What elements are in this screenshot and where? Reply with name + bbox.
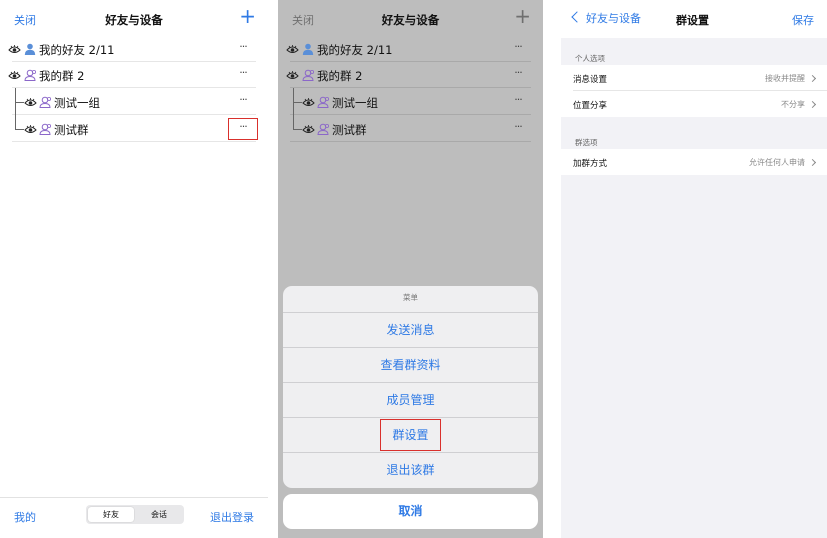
group-menu-screen: 关闭 好友与设备 + 我的好友 2/11 ··· 我的群 2 ··· 测试一组 … — [278, 0, 543, 538]
group-icon — [39, 96, 51, 108]
more-icon[interactable]: ··· — [507, 93, 529, 111]
group-icon — [302, 69, 314, 81]
view-group-info-option[interactable]: 查看群资料 — [283, 347, 538, 383]
leave-group-option[interactable]: 退出该群 — [283, 452, 538, 488]
divider — [12, 141, 256, 142]
tree-row-my-groups[interactable]: 我的群 2 ··· — [0, 62, 268, 88]
my-button[interactable]: 我的 — [14, 509, 36, 525]
group-icon — [317, 123, 329, 135]
tree-label: 我的群 2 — [39, 69, 85, 83]
group-icon — [24, 69, 36, 81]
row-value: 不分享 — [781, 100, 805, 109]
tree-row-test-group-1[interactable]: 测试一组 ··· — [278, 89, 543, 115]
highlight-box — [380, 419, 441, 451]
location-sharing-row[interactable]: 位置分享 不分享 — [561, 91, 827, 117]
more-icon[interactable]: ··· — [232, 93, 254, 111]
tree-label: 测试一组 — [332, 96, 378, 110]
more-icon[interactable]: ··· — [232, 66, 254, 84]
tree-row-my-friends[interactable]: 我的好友 2/11 ··· — [0, 36, 268, 62]
divider — [290, 141, 531, 142]
page-title: 好友与设备 — [381, 13, 440, 27]
send-message-option[interactable]: 发送消息 — [283, 312, 538, 348]
chevron-right-icon — [808, 158, 817, 167]
eye-icon[interactable] — [286, 44, 299, 54]
eye-icon[interactable] — [302, 124, 315, 134]
tab-friends[interactable]: 好友 — [88, 507, 134, 522]
eye-icon[interactable] — [8, 44, 21, 54]
section-title: 个人选项 — [575, 54, 605, 63]
eye-icon[interactable] — [24, 97, 37, 107]
tab-sessions[interactable]: 会话 — [136, 507, 182, 522]
back-button[interactable]: 好友与设备 — [569, 10, 641, 26]
chevron-right-icon — [808, 100, 817, 109]
group-icon — [39, 123, 51, 135]
add-icon[interactable]: + — [514, 6, 531, 26]
more-icon[interactable]: ··· — [507, 40, 529, 58]
row-value: 接收并提醒 — [765, 74, 805, 83]
divider — [290, 87, 531, 88]
eye-icon[interactable] — [8, 70, 21, 80]
member-management-option[interactable]: 成员管理 — [283, 382, 538, 418]
message-settings-row[interactable]: 消息设置 接收并提醒 — [561, 65, 827, 91]
chevron-right-icon — [808, 74, 817, 83]
tree-label: 我的好友 2/11 — [39, 43, 115, 57]
eye-icon[interactable] — [24, 124, 37, 134]
eye-icon[interactable] — [286, 70, 299, 80]
join-method-row[interactable]: 加群方式 允许任何人申请 — [561, 149, 827, 175]
section-title: 群选项 — [575, 138, 598, 147]
segmented-control: 好友 会话 — [86, 505, 184, 524]
nav-bar: 好友与设备 群设置 保存 — [561, 0, 827, 38]
tree-row-test-group[interactable]: 测试群 ··· — [278, 116, 543, 142]
back-label: 好友与设备 — [586, 12, 641, 25]
group-settings-screen: 好友与设备 群设置 保存 个人选项 消息设置 接收并提醒 位置分享 不分享 群选… — [561, 0, 827, 538]
highlight-box — [228, 118, 258, 140]
tree-label: 测试群 — [54, 123, 89, 137]
nav-bar: 关闭 好友与设备 + — [0, 0, 268, 40]
tree-label: 我的好友 2/11 — [317, 43, 393, 57]
more-icon[interactable]: ··· — [507, 66, 529, 84]
chevron-left-icon — [571, 11, 583, 23]
action-sheet: 菜单 发送消息 查看群资料 成员管理 群设置 退出该群 — [283, 286, 538, 488]
page-title: 好友与设备 — [105, 13, 163, 27]
divider — [12, 87, 256, 88]
divider — [12, 114, 256, 115]
tree-row-my-friends[interactable]: 我的好友 2/11 ··· — [278, 36, 543, 62]
row-value: 允许任何人申请 — [749, 158, 805, 167]
tree-label: 我的群 2 — [317, 69, 363, 83]
user-icon — [302, 43, 314, 55]
add-icon[interactable]: + — [239, 6, 256, 26]
tree-row-my-groups[interactable]: 我的群 2 ··· — [278, 62, 543, 88]
friends-devices-screen: 关闭 好友与设备 + 我的好友 2/11 ··· 我的群 2 ··· 测试一组 … — [0, 0, 268, 538]
divider — [290, 114, 531, 115]
eye-icon[interactable] — [302, 97, 315, 107]
user-icon — [24, 43, 36, 55]
more-icon[interactable]: ··· — [507, 120, 529, 138]
action-sheet-title: 菜单 — [403, 293, 418, 302]
nav-bar: 关闭 好友与设备 + — [278, 0, 543, 40]
logout-button[interactable]: 退出登录 — [210, 509, 254, 525]
row-label: 加群方式 — [573, 159, 608, 169]
tree-row-test-group-1[interactable]: 测试一组 ··· — [0, 89, 268, 115]
more-icon[interactable]: ··· — [232, 40, 254, 58]
row-label: 位置分享 — [573, 101, 608, 111]
group-icon — [317, 96, 329, 108]
row-label: 消息设置 — [573, 75, 608, 85]
tree-label: 测试一组 — [54, 96, 100, 110]
tree-label: 测试群 — [332, 123, 367, 137]
page-title: 群设置 — [676, 14, 709, 27]
save-button[interactable]: 保存 — [792, 12, 814, 28]
bottom-bar: 我的 好友 会话 退出登录 — [0, 497, 268, 538]
cancel-button[interactable]: 取消 — [283, 494, 538, 529]
divider — [0, 497, 268, 498]
